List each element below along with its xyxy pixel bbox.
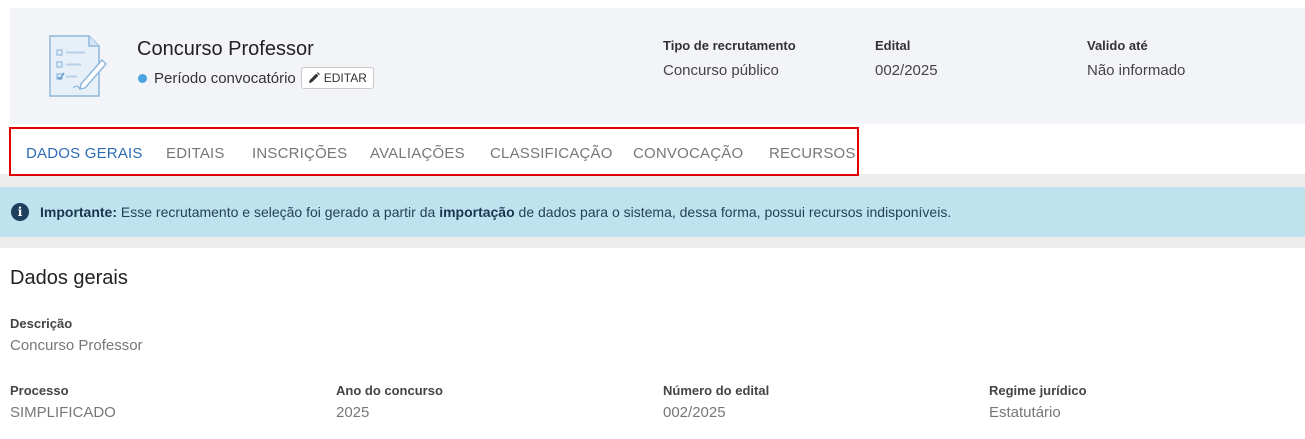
meta-validade-value: Não informado xyxy=(1087,62,1186,79)
field-numero-edital-label: Número do edital xyxy=(663,383,770,398)
field-processo: Processo SIMPLIFICADO xyxy=(10,383,116,421)
edit-label: EDITAR xyxy=(323,71,367,85)
section-title: Dados gerais xyxy=(10,267,128,289)
pencil-icon xyxy=(308,72,320,83)
document-checklist-icon xyxy=(49,35,107,97)
field-descricao-label: Descrição xyxy=(10,316,73,331)
meta-edital-value: 002/2025 xyxy=(875,62,938,79)
status-row: Período convocatório EDITAR xyxy=(138,67,374,89)
field-regime: Regime jurídico Estatutário xyxy=(989,383,1087,421)
field-numero-edital-value: 002/2025 xyxy=(663,404,726,421)
status-text: Período convocatório xyxy=(154,69,296,87)
tab-classificacao[interactable]: CLASSIFICAÇÃO xyxy=(490,145,613,162)
tab-editais[interactable]: EDITAIS xyxy=(166,145,225,162)
alert-text-before: Esse recrutamento e seleção foi gerado a… xyxy=(117,204,440,220)
page-title: Concurso Professor xyxy=(137,38,314,60)
meta-validade-label: Valido até xyxy=(1087,38,1148,53)
field-processo-label: Processo xyxy=(10,383,69,398)
meta-edital-label: Edital xyxy=(875,38,911,53)
tab-inscricoes[interactable]: INSCRIÇÕES xyxy=(252,145,347,162)
alert-strong-word: importação xyxy=(439,204,515,220)
field-processo-value: SIMPLIFICADO xyxy=(10,404,116,421)
field-numero-edital: Número do edital 002/2025 xyxy=(663,383,769,421)
edit-status-button[interactable]: EDITAR xyxy=(300,67,374,89)
meta-tipo: Tipo de recrutamento Concurso público xyxy=(663,38,796,79)
tab-avaliacoes[interactable]: AVALIAÇÕES xyxy=(370,145,465,162)
info-icon: i xyxy=(11,203,29,221)
recruitment-header: Concurso Professor Período convocatório … xyxy=(10,8,1305,124)
field-descricao-value: Concurso Professor xyxy=(10,337,143,354)
info-alert: i Importante: Esse recrutamento e seleçã… xyxy=(0,187,1305,237)
tab-convocacao[interactable]: CONVOCAÇÃO xyxy=(633,145,743,162)
alert-strong-prefix: Importante: xyxy=(40,204,117,220)
field-ano-label: Ano do concurso xyxy=(336,383,443,398)
status-dot-icon xyxy=(138,73,147,83)
tab-recursos[interactable]: RECURSOS xyxy=(769,145,856,162)
meta-validade: Valido até Não informado xyxy=(1087,38,1185,79)
field-regime-label: Regime jurídico xyxy=(989,383,1087,398)
alert-text: Importante: Esse recrutamento e seleção … xyxy=(40,204,951,220)
alert-text-after: de dados para o sistema, dessa forma, po… xyxy=(514,204,952,220)
meta-edital: Edital 002/2025 xyxy=(875,38,938,79)
field-ano: Ano do concurso 2025 xyxy=(336,383,443,421)
meta-tipo-label: Tipo de recrutamento xyxy=(663,38,796,53)
meta-tipo-value: Concurso público xyxy=(663,62,779,79)
tab-dados-gerais[interactable]: DADOS GERAIS xyxy=(26,145,143,162)
field-descricao: Descrição Concurso Professor xyxy=(10,316,143,354)
field-ano-value: 2025 xyxy=(336,404,370,421)
field-regime-value: Estatutário xyxy=(989,404,1061,421)
